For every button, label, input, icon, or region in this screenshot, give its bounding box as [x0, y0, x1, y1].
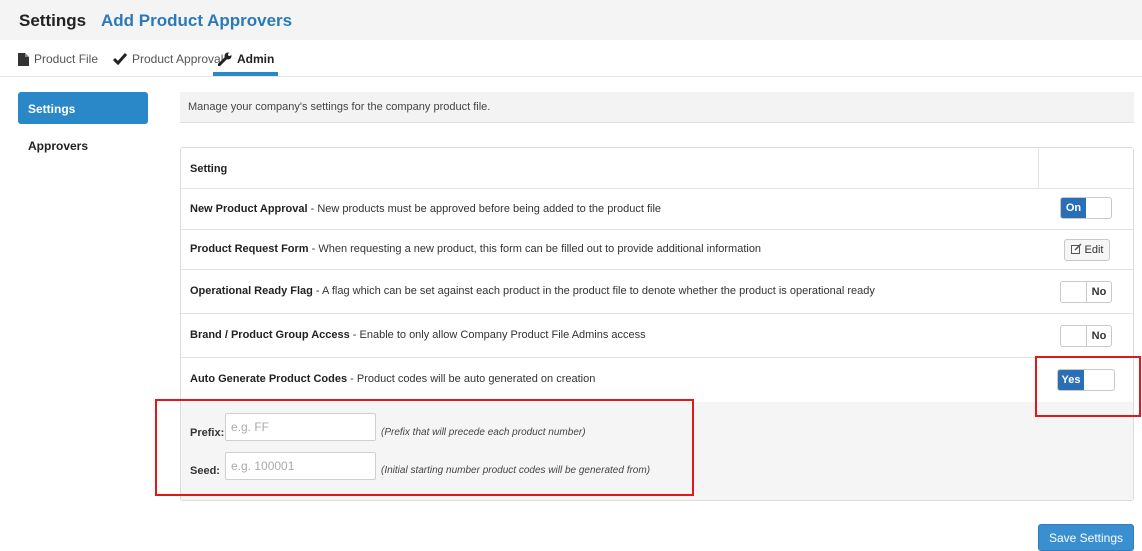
seed-help: (Initial starting number product codes w…	[381, 465, 651, 476]
prefix-help: (Prefix that will precede each product n…	[381, 427, 586, 438]
settings-panel: Setting New Product Approval - New produ…	[180, 147, 1134, 501]
tab-label: Admin	[237, 52, 275, 66]
tab-admin[interactable]: Admin	[218, 52, 274, 66]
toggle-on-label: Yes	[1058, 370, 1084, 390]
setting-desc: - New products must be approved before b…	[307, 203, 662, 215]
divider	[0, 76, 1142, 77]
sidebar-item-approvers[interactable]: Approvers	[28, 139, 88, 153]
setting-desc: - When requesting a new product, this fo…	[308, 243, 762, 255]
toggle-off-label: No	[1086, 282, 1111, 302]
setting-description: Product Request Form - When requesting a…	[190, 243, 761, 255]
page-title: Settings	[19, 11, 87, 30]
seed-input[interactable]	[225, 452, 376, 480]
operational-ready-toggle[interactable]: No	[1060, 281, 1112, 303]
setting-name: Brand / Product Group Access	[190, 329, 350, 341]
table-row: Product Request Form - When requesting a…	[181, 230, 1133, 270]
auto-generate-codes-toggle[interactable]: Yes	[1057, 369, 1115, 391]
brand-group-access-toggle[interactable]: No	[1060, 325, 1112, 347]
edit-icon	[1070, 243, 1082, 257]
toggle-off-label: No	[1086, 326, 1111, 346]
setting-name: Product Request Form	[190, 243, 309, 255]
setting-desc: - Product codes will be auto generated o…	[347, 373, 596, 385]
setting-description: Brand / Product Group Access - Enable to…	[190, 329, 646, 341]
setting-description: New Product Approval - New products must…	[190, 203, 661, 215]
new-product-approval-toggle[interactable]: On	[1060, 197, 1112, 219]
seed-label: Seed:	[190, 465, 220, 477]
setting-description: Auto Generate Product Codes - Product co…	[190, 373, 595, 385]
tab-label: Product Approval	[132, 52, 224, 66]
setting-name: New Product Approval	[190, 203, 308, 215]
code-options: Prefix: (Prefix that will precede each p…	[181, 402, 1133, 500]
table-row: New Product Approval - New products must…	[181, 189, 1133, 230]
intro-text: Manage your company's settings for the c…	[180, 92, 1134, 123]
setting-description: Operational Ready Flag - A flag which ca…	[190, 285, 875, 297]
setting-name: Operational Ready Flag	[190, 285, 313, 297]
save-settings-button[interactable]: Save Settings	[1038, 524, 1134, 551]
setting-name: Auto Generate Product Codes	[190, 373, 348, 385]
check-icon	[113, 53, 127, 65]
table-header-row: Setting	[181, 148, 1133, 189]
setting-desc: - Enable to only allow Company Product F…	[349, 329, 646, 341]
tab-label: Product File	[34, 52, 99, 66]
toggle-on-label: On	[1061, 198, 1086, 218]
tab-product-file[interactable]: Product File	[18, 52, 98, 66]
prefix-input[interactable]	[225, 413, 376, 441]
tab-bar: Product File Product Approval Admin	[0, 40, 1142, 77]
column-header-setting: Setting	[190, 163, 228, 175]
edit-label: Edit	[1084, 244, 1104, 256]
edit-button[interactable]: Edit	[1064, 239, 1110, 261]
file-icon	[18, 52, 29, 66]
page-subtitle: Add Product Approvers	[101, 11, 293, 30]
sidebar-item-settings[interactable]: Settings	[18, 92, 148, 124]
table-row: Operational Ready Flag - A flag which ca…	[181, 270, 1133, 314]
table-row: Brand / Product Group Access - Enable to…	[181, 314, 1133, 358]
top-header: Settings Add Product Approvers	[0, 0, 1142, 40]
prefix-label: Prefix:	[190, 427, 225, 439]
tab-product-approval[interactable]: Product Approval	[113, 52, 223, 66]
table-row: Auto Generate Product Codes - Product co…	[181, 358, 1133, 402]
wrench-icon	[218, 52, 232, 66]
setting-desc: - A flag which can be set against each p…	[312, 285, 875, 297]
